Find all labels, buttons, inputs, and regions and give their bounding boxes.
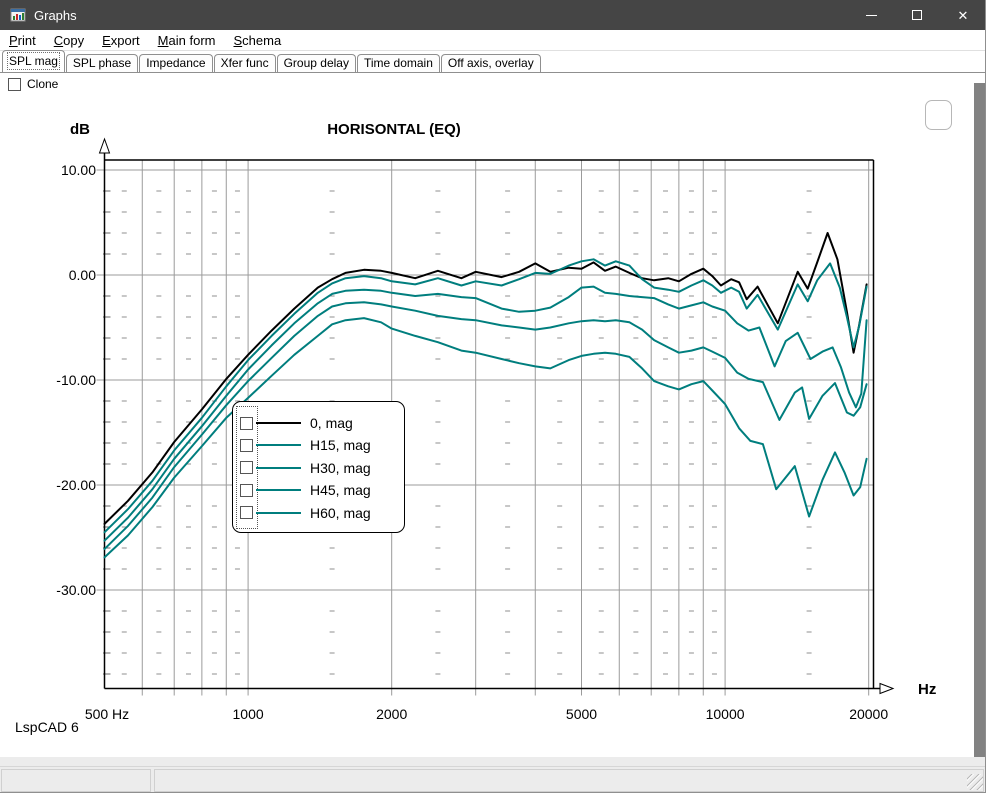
x-tick-label: 2000 bbox=[376, 706, 407, 722]
spl-magnitude-chart: HORISONTAL (EQ) dB Hz 10.00 0.00 -10.00 -20.00… bbox=[0, 73, 986, 758]
curve-H45-mag bbox=[105, 302, 867, 549]
clone-checkbox-row[interactable]: Clone bbox=[8, 77, 58, 91]
tab-spl-mag[interactable]: SPL mag bbox=[2, 50, 65, 72]
menu-bar: PrintCopyExportMain formSchema bbox=[0, 30, 986, 51]
spl-mag-tab-page: Clone HORISONTAL (EQ) dB Hz 10.00 0.00 -10.00… bbox=[0, 72, 986, 757]
legend-line-sample bbox=[256, 512, 301, 514]
chart-legend: 0, mag H15, mag H30, mag H45, mag H60, mag bbox=[232, 401, 405, 533]
close-button[interactable]: ✕ bbox=[940, 0, 986, 30]
app-footer-label: LspCAD 6 bbox=[15, 719, 79, 735]
x-tick-label: 20000 bbox=[849, 706, 888, 722]
menu-item-export[interactable]: Export bbox=[93, 30, 149, 51]
x-axis-unit-label: Hz bbox=[918, 681, 936, 698]
legend-line-sample bbox=[256, 422, 301, 424]
menu-item-copy[interactable]: Copy bbox=[45, 30, 93, 51]
legend-row-0-mag: 0, mag bbox=[233, 412, 404, 434]
resize-grip-icon[interactable] bbox=[967, 774, 983, 790]
window-title: Graphs bbox=[34, 8, 848, 23]
legend-label: H15, mag bbox=[310, 437, 371, 453]
x-tick-label: 1000 bbox=[233, 706, 264, 722]
y-axis-arrow-icon bbox=[100, 139, 110, 153]
curve-H60-mag bbox=[105, 318, 867, 557]
curve-H15-mag bbox=[105, 259, 867, 532]
clone-checkbox-label: Clone bbox=[27, 77, 58, 91]
app-icon bbox=[10, 7, 26, 23]
x-tick-label: 500 Hz bbox=[85, 706, 129, 722]
legend-checkbox[interactable] bbox=[240, 484, 253, 497]
legend-label: H45, mag bbox=[310, 482, 371, 498]
legend-label: H60, mag bbox=[310, 505, 371, 521]
close-icon: ✕ bbox=[958, 9, 969, 22]
y-tick-label: -30.00 bbox=[56, 582, 96, 598]
tab-label: SPL phase bbox=[73, 56, 131, 70]
menu-item-schema[interactable]: Schema bbox=[224, 30, 290, 51]
x-tick-label: 5000 bbox=[566, 706, 597, 722]
x-tick-label: 10000 bbox=[706, 706, 745, 722]
status-panel-right bbox=[154, 769, 984, 792]
y-tick-label: 0.00 bbox=[69, 267, 96, 283]
tab-label: Group delay bbox=[284, 56, 349, 70]
legend-checkbox[interactable] bbox=[240, 506, 253, 519]
tab-impedance[interactable]: Impedance bbox=[139, 54, 212, 72]
minimize-button[interactable] bbox=[848, 0, 894, 30]
legend-row-H30-mag: H30, mag bbox=[233, 457, 404, 479]
tab-group-delay[interactable]: Group delay bbox=[277, 54, 356, 72]
tab-label: Impedance bbox=[146, 56, 205, 70]
legend-line-sample bbox=[256, 467, 301, 469]
status-bar bbox=[0, 766, 986, 793]
menu-item-print[interactable]: Print bbox=[0, 30, 45, 51]
tab-label: Off axis, overlay bbox=[448, 56, 534, 70]
status-panel-left bbox=[1, 769, 151, 792]
y-tick-label: 10.00 bbox=[61, 162, 96, 178]
clone-checkbox[interactable] bbox=[8, 78, 21, 91]
tab-off-axis-overlay[interactable]: Off axis, overlay bbox=[441, 54, 541, 72]
x-axis-arrow-icon bbox=[880, 684, 893, 694]
curve-H30-mag bbox=[105, 287, 867, 541]
legend-checkbox[interactable] bbox=[240, 461, 253, 474]
legend-checkbox[interactable] bbox=[240, 439, 253, 452]
legend-line-sample bbox=[256, 444, 301, 446]
graphs-window: Graphs ✕ PrintCopyExportMain formSchema … bbox=[0, 0, 986, 793]
tab-time-domain[interactable]: Time domain bbox=[357, 54, 440, 72]
legend-checkbox[interactable] bbox=[240, 417, 253, 430]
tab-label: Xfer func bbox=[221, 56, 269, 70]
maximize-icon bbox=[912, 10, 922, 20]
tab-label: SPL mag bbox=[9, 54, 58, 68]
y-tick-label: -20.00 bbox=[56, 477, 96, 493]
y-tick-label: -10.00 bbox=[56, 372, 96, 388]
tab-label: Time domain bbox=[364, 56, 433, 70]
chart-title: HORISONTAL (EQ) bbox=[327, 121, 461, 138]
maximize-button[interactable] bbox=[894, 0, 940, 30]
title-bar: Graphs ✕ bbox=[0, 0, 986, 30]
menu-item-main-form[interactable]: Main form bbox=[149, 30, 225, 51]
tab-spl-phase[interactable]: SPL phase bbox=[66, 54, 138, 72]
legend-label: H30, mag bbox=[310, 460, 371, 476]
legend-row-H60-mag: H60, mag bbox=[233, 502, 404, 524]
tab-xfer-func[interactable]: Xfer func bbox=[214, 54, 276, 72]
corner-button[interactable] bbox=[925, 100, 952, 130]
legend-row-H45-mag: H45, mag bbox=[233, 479, 404, 501]
minimize-icon bbox=[866, 15, 877, 16]
curve-0-mag bbox=[105, 233, 867, 524]
legend-line-sample bbox=[256, 489, 301, 491]
legend-label: 0, mag bbox=[310, 415, 353, 431]
right-gray-strip bbox=[974, 83, 985, 758]
legend-row-H15-mag: H15, mag bbox=[233, 434, 404, 456]
tab-strip: SPL mag SPL phase Impedance Xfer func Group … bbox=[0, 51, 986, 72]
y-axis-unit-label: dB bbox=[70, 121, 90, 138]
